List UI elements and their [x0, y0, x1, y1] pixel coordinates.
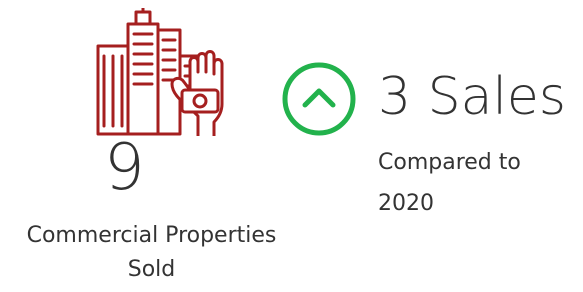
stats-panel: 9 Commercial Properties Sold 3 Sales Com…: [0, 0, 583, 292]
compare-text-line1: Compared to: [378, 150, 521, 175]
properties-caption-line2: Sold: [127, 257, 176, 282]
properties-caption-line1: Commercial Properties: [26, 223, 277, 248]
compare-text-line2: 2020: [378, 191, 434, 216]
sales-value: 3 Sales: [378, 67, 567, 127]
buildings-hand-money-icon: [96, 8, 224, 136]
properties-sold-count: 9: [104, 131, 145, 205]
chevron-up-circle-icon: [282, 62, 356, 136]
